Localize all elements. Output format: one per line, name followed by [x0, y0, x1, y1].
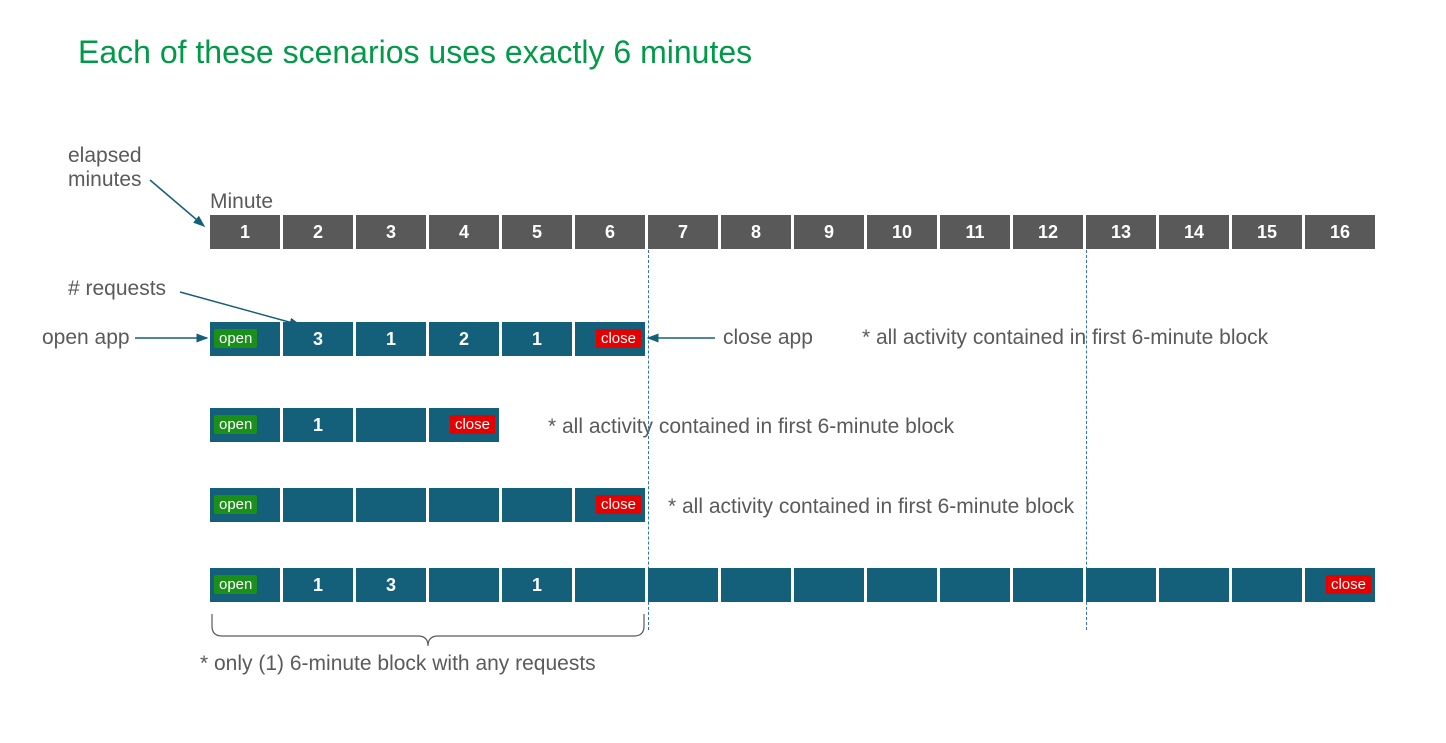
scenario-cell: 3 [283, 322, 353, 356]
scenario-note-1: * all activity contained in first 6-minu… [862, 326, 1268, 350]
scenario-cell [648, 568, 718, 602]
scenario-cell [1159, 568, 1229, 602]
scenario-cell [356, 488, 426, 522]
minute-cell: 8 [721, 215, 791, 249]
scenario-cell [867, 568, 937, 602]
minute-cell: 7 [648, 215, 718, 249]
scenario-cell: open [210, 568, 280, 602]
minute-cell: 9 [794, 215, 864, 249]
close-badge: close [596, 495, 641, 514]
scenario-cell [794, 568, 864, 602]
minute-cell: 10 [867, 215, 937, 249]
minute-cell: 14 [1159, 215, 1229, 249]
scenario-cell [1086, 568, 1156, 602]
open-badge: open [214, 415, 257, 434]
minute-cell: 5 [502, 215, 572, 249]
scenario-cell [721, 568, 791, 602]
scenario-cell: close [429, 408, 499, 442]
scenario-note-4: * only (1) 6-minute block with any reque… [200, 652, 596, 676]
arrows-layer [0, 0, 1446, 743]
curly-brace [212, 614, 644, 646]
scenario-cell [429, 568, 499, 602]
minute-cell: 15 [1232, 215, 1302, 249]
scenario-cell: 2 [429, 322, 499, 356]
scenario-cell [1232, 568, 1302, 602]
scenario-cell [575, 568, 645, 602]
scenario-cell: open [210, 488, 280, 522]
scenario-row-1: open3121close [210, 322, 645, 356]
scenario-cell: close [575, 322, 645, 356]
minute-cell: 11 [940, 215, 1010, 249]
scenario-cell: close [1305, 568, 1375, 602]
open-badge: open [214, 575, 257, 594]
scenario-cell: 1 [502, 322, 572, 356]
scenario-cell: 1 [283, 408, 353, 442]
scenario-cell [1013, 568, 1083, 602]
scenario-cell: open [210, 322, 280, 356]
open-badge: open [214, 495, 257, 514]
arrow-elapsed-minutes [150, 180, 204, 226]
open-app-label: open app [42, 326, 130, 350]
minute-cell: 2 [283, 215, 353, 249]
scenario-cell [429, 488, 499, 522]
scenario-cell: 1 [283, 568, 353, 602]
minute-cell: 1 [210, 215, 280, 249]
scenario-row-4: open131close [210, 568, 1375, 602]
num-requests-label: # requests [68, 277, 166, 301]
minute-cell: 13 [1086, 215, 1156, 249]
scenario-cell: 3 [356, 568, 426, 602]
close-app-label: close app [723, 326, 813, 350]
minute-cell: 3 [356, 215, 426, 249]
scenario-note-2: * all activity contained in first 6-minu… [548, 415, 954, 439]
minute-cell: 16 [1305, 215, 1375, 249]
elapsed-minutes-label: elapsed minutes [68, 144, 142, 192]
minute-cell: 6 [575, 215, 645, 249]
scenario-cell [502, 488, 572, 522]
close-badge: close [596, 329, 641, 348]
arrow-num-requests [180, 292, 300, 325]
minute-cell: 12 [1013, 215, 1083, 249]
scenario-note-3: * all activity contained in first 6-minu… [668, 495, 1074, 519]
minute-header-row: 12345678910111213141516 [210, 215, 1375, 249]
open-badge: open [214, 329, 257, 348]
scenario-cell [356, 408, 426, 442]
scenario-row-2: open 1 close [210, 408, 499, 442]
close-badge: close [1326, 575, 1371, 594]
scenario-cell [283, 488, 353, 522]
minute-header-label: Minute [210, 190, 273, 214]
scenario-cell: 1 [356, 322, 426, 356]
scenario-cell: 1 [502, 568, 572, 602]
slide-title: Each of these scenarios uses exactly 6 m… [78, 34, 752, 71]
scenario-row-3: open close [210, 488, 645, 522]
minute-cell: 4 [429, 215, 499, 249]
scenario-cell [940, 568, 1010, 602]
close-badge: close [450, 415, 495, 434]
scenario-cell: open [210, 408, 280, 442]
scenario-cell: close [575, 488, 645, 522]
